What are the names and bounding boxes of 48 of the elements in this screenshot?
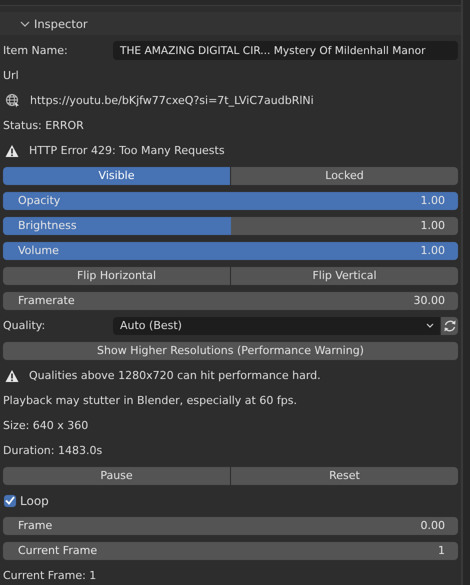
- globe-icon: [5, 93, 20, 108]
- field-label: Quality:: [3, 319, 46, 332]
- checkbox-label[interactable]: Loop: [20, 494, 49, 508]
- url-text: https://youtu.be/bKjfw77cxeQ?si=7t_LViC7audbRlNi: [30, 94, 314, 107]
- info-text: Current Frame: 1: [3, 569, 96, 582]
- slider-value: 1.00: [420, 244, 445, 257]
- panel-title[interactable]: Inspector: [34, 16, 88, 30]
- warning-icon: [5, 144, 19, 158]
- item-name-field[interactable]: THE AMAZING DIGITAL CIR... Mystery Of Mildenhall Manor: [113, 41, 458, 60]
- action-button[interactable]: Show Higher Resolutions (Performance Warning): [3, 342, 458, 360]
- info-text: Size: 640 x 360: [3, 419, 88, 432]
- warning-text: HTTP Error 429: Too Many Requests: [29, 144, 225, 157]
- quality-dropdown[interactable]: Auto (Best): [113, 316, 440, 334]
- slider-label: Frame: [18, 519, 52, 532]
- slider-value: 0.00: [420, 519, 445, 532]
- refresh-icon: [442, 318, 456, 332]
- action-button[interactable]: Pause: [3, 466, 230, 484]
- toggle-button[interactable]: Locked: [231, 166, 458, 184]
- slider-label: Brightness: [18, 219, 77, 232]
- warning-icon: [5, 368, 19, 382]
- slider-label: Volume: [18, 244, 59, 257]
- number-field[interactable]: Frame 0.00: [3, 516, 458, 534]
- slider[interactable]: Volume 1.00: [3, 242, 458, 260]
- number-field[interactable]: Framerate 30.00: [3, 292, 458, 310]
- action-button[interactable]: Reset: [231, 466, 458, 484]
- slider-label: Framerate: [18, 294, 75, 307]
- info-text: Playback may stutter in Blender, especially at 60 fps.: [3, 394, 297, 407]
- slider-value: 30.00: [414, 294, 445, 307]
- slider-value: 1.00: [420, 219, 445, 232]
- caret-icon: [426, 323, 434, 328]
- slider-value: 1: [438, 544, 445, 557]
- checkbox[interactable]: [4, 494, 16, 506]
- warning-text: Qualities above 1280x720 can hit performance hard.: [29, 369, 321, 382]
- info-text: Duration: 1483.0s: [3, 444, 102, 457]
- checkmark-icon: [5, 496, 15, 505]
- action-button[interactable]: Flip Vertical: [231, 266, 458, 284]
- info-text: Url: [3, 69, 19, 82]
- slider-value: 1.00: [420, 194, 445, 207]
- info-text: Status: ERROR: [3, 119, 84, 132]
- refresh-button[interactable]: [441, 316, 458, 334]
- toggle-button[interactable]: Visible: [3, 166, 230, 184]
- slider-label: Opacity: [18, 194, 60, 207]
- slider-label: Current Frame: [18, 544, 98, 557]
- slider[interactable]: Brightness 1.00: [3, 216, 458, 234]
- number-field[interactable]: Current Frame 1: [3, 542, 458, 560]
- field-label: Item Name:: [3, 44, 69, 57]
- action-button[interactable]: Flip Horizontal: [3, 266, 230, 284]
- slider[interactable]: Opacity 1.00: [3, 192, 458, 210]
